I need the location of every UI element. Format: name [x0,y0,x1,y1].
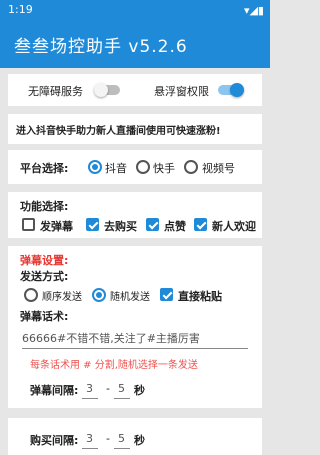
accessibility-switch-knob [94,83,108,97]
overlay-switch-knob [230,83,244,97]
feature-checkbox-purchase[interactable] [86,218,99,231]
danmu-interval-unit: 秒 [134,384,145,397]
accessibility-label: 无障碍服务 [28,85,83,98]
platform-label: 平台选择: [20,162,69,175]
purchase-interval-label: 购买间隔: [30,434,79,447]
features-label: 功能选择: [20,200,69,213]
mode-label-sequential[interactable]: 顺序发送 [42,288,82,303]
accessibility-switch[interactable] [94,83,120,97]
app-title: 叁叁场控助手 v5.2.6 [14,37,188,57]
mode-label-random[interactable]: 随机发送 [110,288,150,303]
purchase-interval-dash: - [106,432,110,445]
platform-option-shipinhao[interactable]: 视频号 [202,160,235,176]
feature-checkbox-welcome[interactable] [194,218,207,231]
platform-option-douyin[interactable]: 抖音 [105,160,127,176]
status-bar: 1:19 ▾◢▮ [0,0,270,20]
script-input[interactable]: 66666#不错不错,关注了#主播厉害 [22,330,200,346]
send-mode-label: 发送方式: [20,270,69,283]
app-bar: 叁叁场控助手 v5.2.6 [0,20,270,68]
danmu-interval-min[interactable]: 3 [86,382,93,395]
purchase-interval-max-underline [114,448,130,449]
platform-radio-douyin[interactable] [88,160,102,174]
purchase-interval-min[interactable]: 3 [86,432,93,445]
purchase-interval-unit: 秒 [134,434,145,447]
platform-option-kuaishou[interactable]: 快手 [153,160,175,176]
danmu-interval-max[interactable]: 5 [118,382,125,395]
notice-card: 进入抖音快手助力新人直播间使用可快速涨粉! [8,114,262,144]
mode-radio-random[interactable] [92,288,106,302]
script-input-underline [22,348,248,349]
feature-label-purchase[interactable]: 去购买 [104,218,137,234]
paste-label[interactable]: 直接粘贴 [178,288,222,304]
script-hint: 每条话术用 # 分割,随机选择一条发送 [30,360,198,371]
feature-label-like[interactable]: 点赞 [164,218,186,234]
notice-text: 进入抖音快手助力新人直播间使用可快速涨粉! [16,126,221,137]
feature-checkbox-danmu[interactable] [22,218,35,231]
script-label: 弹幕话术: [20,310,69,323]
status-time: 1:19 [8,3,33,16]
danmu-interval-max-underline [114,398,130,399]
permissions-card: 无障碍服务 悬浮窗权限 [8,74,262,106]
features-card: 功能选择: 发弹幕 去购买 点赞 新人欢迎 [8,192,262,238]
danmu-settings-card: 弹幕设置: 发送方式: 顺序发送 随机发送 直接粘贴 弹幕话术: 66666#不… [8,246,262,408]
danmu-section-title: 弹幕设置: [20,254,69,267]
feature-label-danmu[interactable]: 发弹幕 [40,218,73,234]
danmu-interval-min-underline [82,398,98,399]
platform-radio-shipinhao[interactable] [184,160,198,174]
danmu-interval-dash: - [106,382,110,395]
overlay-label: 悬浮窗权限 [154,85,209,98]
overlay-switch[interactable] [218,83,244,97]
feature-label-welcome[interactable]: 新人欢迎 [212,218,256,234]
danmu-interval-label: 弹幕间隔: [30,384,79,397]
paste-checkbox[interactable] [160,288,173,301]
purchase-card: 购买间隔: 3 - 5 秒 [8,418,262,455]
mode-radio-sequential[interactable] [24,288,38,302]
status-icons: ▾◢▮ [243,4,264,17]
feature-checkbox-like[interactable] [146,218,159,231]
platform-radio-kuaishou[interactable] [136,160,150,174]
platform-card: 平台选择: 抖音 快手 视频号 [8,150,262,184]
purchase-interval-max[interactable]: 5 [118,432,125,445]
purchase-interval-min-underline [82,448,98,449]
